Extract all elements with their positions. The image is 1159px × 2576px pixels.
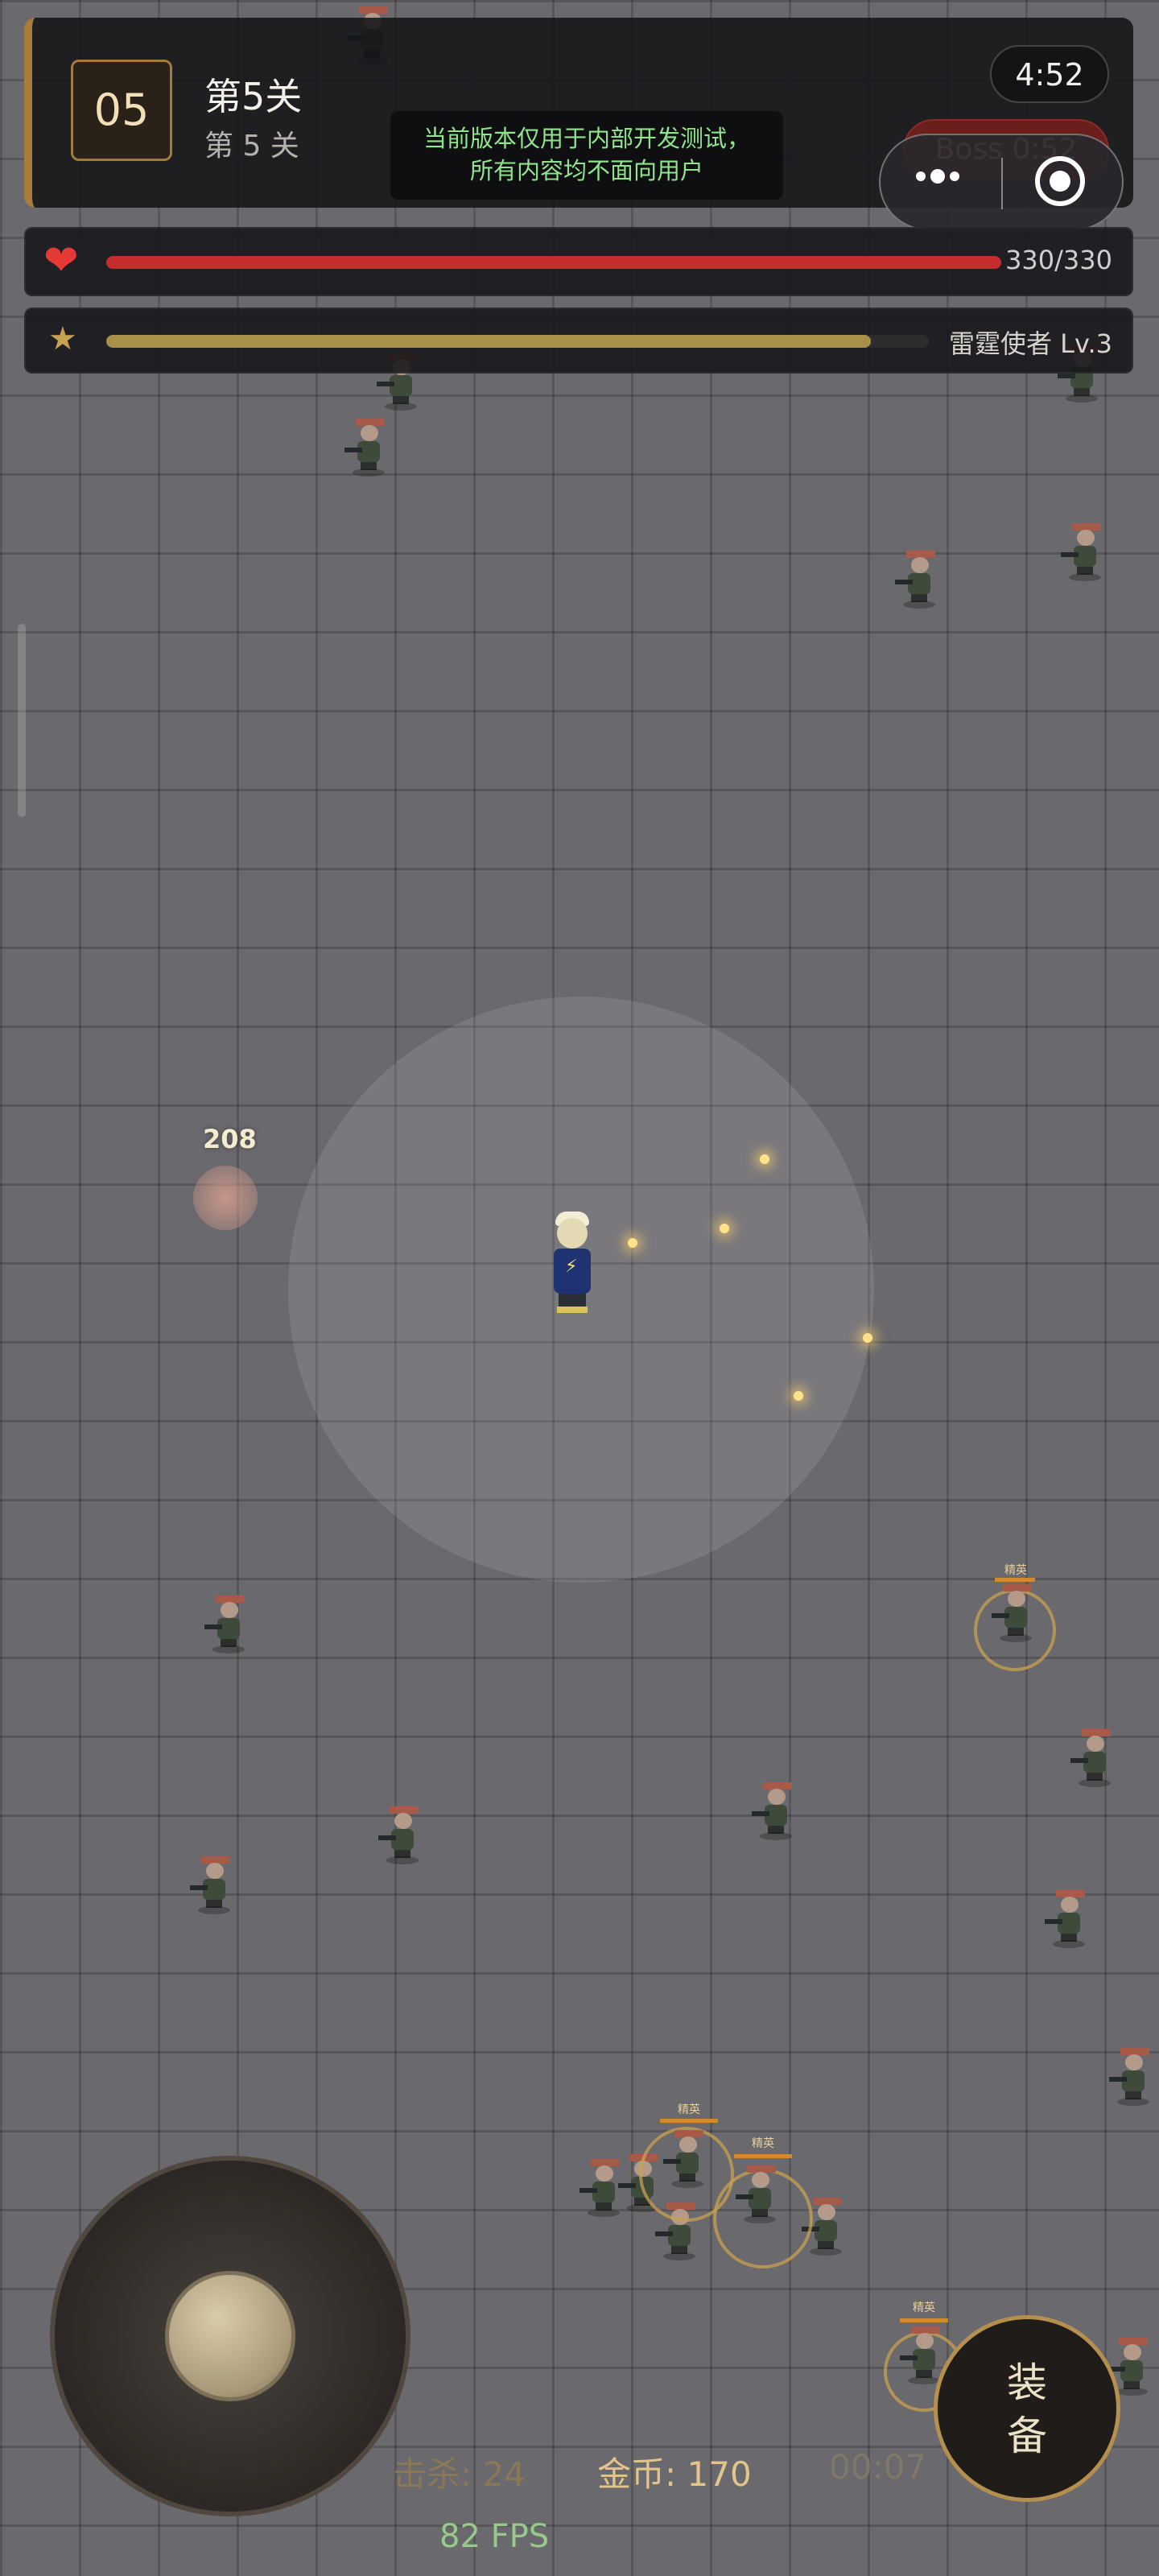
elite-enemy-hp <box>660 2119 718 2123</box>
enemy <box>752 1782 794 1840</box>
elite-enemy-hp <box>900 2318 948 2322</box>
mini-program-capsule <box>879 134 1124 230</box>
lightning-spark <box>760 1154 769 1164</box>
elite-enemy <box>992 1584 1033 1642</box>
experience-bar: ★ 雷霆使者 Lv.3 <box>24 308 1133 374</box>
enemy <box>204 1596 246 1653</box>
player-character: ⚡ <box>541 1203 597 1324</box>
damage-number: 208 <box>203 1124 257 1154</box>
bottom-stats: 击杀: 24 金币: 170 00:07 <box>0 2447 1159 2496</box>
health-bar: ❤ 330/330 <box>24 227 1133 296</box>
more-options-icon[interactable] <box>916 169 964 184</box>
health-text: 330/330 <box>1005 245 1112 275</box>
enemy <box>344 419 386 477</box>
enemy <box>802 2198 843 2256</box>
lightning-spark <box>720 1224 729 1233</box>
notice-line-2: 所有内容均不面向用户 <box>469 157 703 184</box>
enemy <box>190 1856 232 1914</box>
notice-line-1: 当前版本仅用于内部开发测试， <box>423 125 750 152</box>
elite-enemy-tag: 精英 <box>678 2103 700 2116</box>
experience-text: 雷霆使者 Lv.3 <box>949 328 1112 359</box>
side-edge-handle[interactable] <box>18 624 26 817</box>
lightning-spark <box>628 1238 637 1248</box>
elite-enemy <box>663 2130 705 2188</box>
gold-count: 金币: 170 <box>597 2454 752 2494</box>
lightning-spark <box>794 1391 803 1401</box>
hit-effect <box>193 1166 258 1230</box>
enemy <box>895 551 937 609</box>
equip-label-line-1: 装 <box>1007 2359 1047 2406</box>
enemy <box>378 1806 420 1864</box>
health-fill <box>106 256 1001 269</box>
level-subtitle: 第 5 关 <box>204 130 299 163</box>
elite-enemy <box>736 2165 777 2223</box>
joystick-knob[interactable] <box>165 2271 295 2401</box>
capsule-divider <box>1001 158 1003 209</box>
fps-counter: 82 FPS <box>439 2518 550 2555</box>
experience-fill <box>106 335 872 348</box>
elite-enemy-tag: 精英 <box>752 2137 774 2150</box>
kill-count: 击杀: 24 <box>393 2454 526 2494</box>
lightning-spark <box>863 1333 872 1343</box>
dev-test-notice: 当前版本仅用于内部开发测试， 所有内容均不面向用户 <box>390 111 783 200</box>
close-target-icon[interactable] <box>1035 156 1085 206</box>
star-icon: ★ <box>48 320 77 357</box>
enemy <box>580 2159 621 2217</box>
elite-enemy-tag: 精英 <box>913 2301 935 2314</box>
experience-track <box>106 335 929 348</box>
level-title: 第5关 <box>204 75 303 118</box>
enemy <box>1070 1729 1112 1787</box>
elite-enemy-hp <box>995 1578 1035 1582</box>
level-number-badge: 05 <box>71 60 172 161</box>
enemy <box>1107 2338 1149 2396</box>
elapsed-time: 00:07 <box>829 2447 927 2487</box>
health-track <box>106 256 1001 269</box>
heart-icon: ❤ <box>43 237 79 285</box>
enemy <box>1109 2048 1151 2106</box>
elite-enemy <box>900 2326 942 2384</box>
enemy <box>1061 523 1103 581</box>
countdown-timer: 4:52 <box>990 45 1109 103</box>
enemy <box>1045 1890 1087 1948</box>
elite-enemy-hp <box>734 2154 792 2158</box>
elite-enemy-tag: 精英 <box>1004 1564 1027 1577</box>
